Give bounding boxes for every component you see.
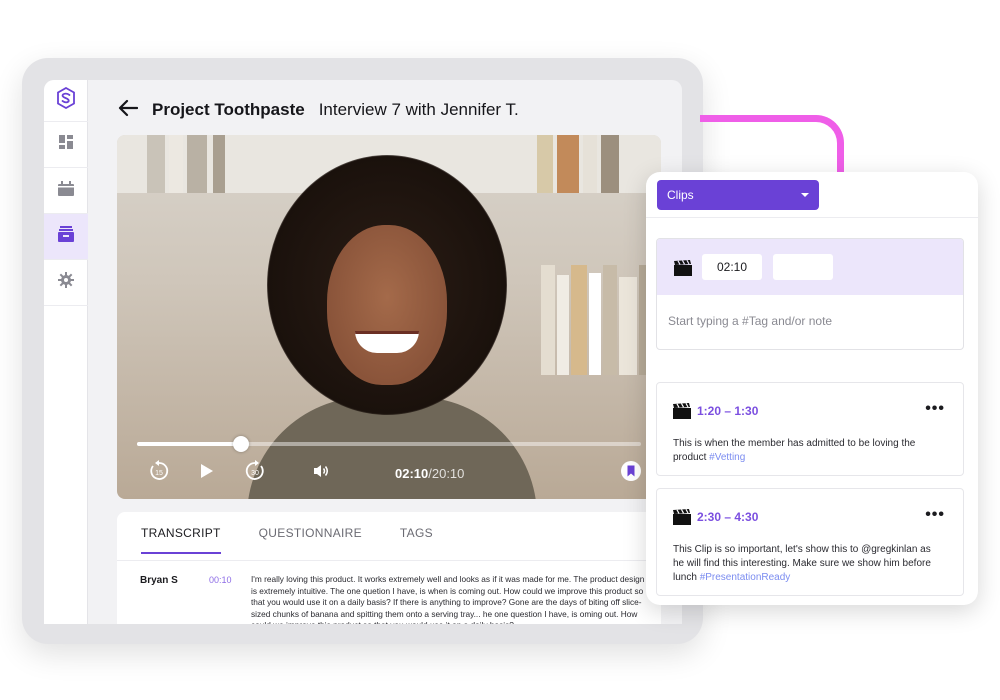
progress-handle[interactable] bbox=[232, 436, 249, 452]
tab-tags[interactable]: TAGS bbox=[400, 526, 433, 554]
clip-card[interactable]: 2:30 – 4:30 ••• This Clip is so importan… bbox=[656, 488, 964, 596]
clip-time-range[interactable]: 1:20 – 1:30 bbox=[697, 404, 758, 418]
current-time: 02:10 bbox=[395, 466, 429, 481]
progress-fill bbox=[137, 442, 241, 446]
svg-text:30: 30 bbox=[251, 470, 259, 477]
svg-text:15: 15 bbox=[155, 470, 163, 477]
clapperboard-icon bbox=[673, 509, 691, 525]
rewind-15-icon: 15 bbox=[148, 459, 170, 487]
page-header: Project Toothpaste Interview 7 with Jenn… bbox=[116, 98, 519, 122]
new-clip-form: 02:10 bbox=[656, 238, 964, 350]
play-button[interactable] bbox=[193, 459, 221, 487]
player-controls: 15 30 02:10/20:10 bbox=[117, 459, 661, 487]
sidebar-item-calendar[interactable] bbox=[44, 168, 88, 214]
add-clip-button[interactable] bbox=[617, 459, 645, 487]
more-options-button[interactable]: ••• bbox=[925, 506, 945, 524]
tabs-divider bbox=[117, 560, 661, 561]
tab-questionnaire[interactable]: QUESTIONNAIRE bbox=[259, 526, 362, 554]
forward-30-icon: 30 bbox=[244, 459, 266, 487]
dashboard-icon bbox=[59, 135, 73, 154]
video-player[interactable]: 15 30 02:10/20:10 bbox=[117, 135, 661, 499]
interview-title: Interview 7 with Jennifer T. bbox=[318, 100, 519, 119]
sidebar-item-settings[interactable] bbox=[44, 260, 88, 306]
sidebar-logo[interactable] bbox=[44, 80, 88, 122]
clapperboard-icon bbox=[673, 403, 691, 419]
calendar-icon bbox=[58, 180, 74, 201]
sidebar-item-archive[interactable] bbox=[44, 214, 88, 260]
volume-button[interactable] bbox=[307, 459, 335, 487]
tab-bar: TRANSCRIPT QUESTIONNAIRE TAGS bbox=[141, 526, 471, 554]
archive-icon bbox=[58, 226, 74, 247]
new-clip-header: 02:10 bbox=[657, 239, 963, 295]
logo-icon bbox=[56, 86, 76, 114]
back-button[interactable] bbox=[116, 98, 140, 122]
play-icon bbox=[200, 463, 214, 484]
bookmark-icon bbox=[620, 460, 642, 487]
sidebar-item-dashboard[interactable] bbox=[44, 122, 88, 168]
clip-description: This is when the member has admitted to … bbox=[673, 437, 943, 465]
clips-dropdown[interactable]: Clips bbox=[657, 180, 819, 210]
clip-time-range[interactable]: 2:30 – 4:30 bbox=[697, 510, 758, 524]
transcript-text: I'm really loving this product. It works… bbox=[251, 574, 645, 624]
more-options-button[interactable]: ••• bbox=[925, 400, 945, 418]
sidebar bbox=[44, 80, 88, 624]
clips-dropdown-label: Clips bbox=[667, 188, 694, 202]
clip-tag[interactable]: #Vetting bbox=[709, 452, 745, 463]
rewind-15-button[interactable]: 15 bbox=[145, 459, 173, 487]
clip-start-time-field[interactable]: 02:10 bbox=[702, 254, 762, 280]
transcript-panel: TRANSCRIPT QUESTIONNAIRE TAGS Bryan S 00… bbox=[117, 512, 661, 624]
clips-panel: Clips 02:10 1:20 – 1:30 •• bbox=[646, 172, 978, 605]
forward-30-button[interactable]: 30 bbox=[241, 459, 269, 487]
app-window: Project Toothpaste Interview 7 with Jenn… bbox=[44, 80, 682, 624]
speaker-name: Bryan S bbox=[140, 575, 178, 586]
transcript-timestamp[interactable]: 00:10 bbox=[209, 575, 232, 585]
volume-icon bbox=[313, 464, 329, 483]
arrow-left-icon bbox=[118, 99, 139, 122]
clapperboard-icon bbox=[674, 260, 692, 276]
clip-tag[interactable]: #PresentationReady bbox=[700, 572, 791, 583]
gear-icon bbox=[58, 272, 74, 293]
time-readout: 02:10/20:10 bbox=[395, 466, 464, 481]
progress-bar[interactable] bbox=[137, 436, 641, 452]
caret-down-icon bbox=[801, 193, 809, 197]
project-name: Project Toothpaste bbox=[152, 100, 305, 119]
clip-note-input[interactable] bbox=[668, 314, 948, 328]
clips-header-divider bbox=[646, 217, 978, 218]
clip-card[interactable]: 1:20 – 1:30 ••• This is when the member … bbox=[656, 382, 964, 476]
total-time: /20:10 bbox=[428, 466, 465, 481]
clip-description: This Clip is so important, let's show th… bbox=[673, 543, 943, 585]
clip-end-time-field[interactable] bbox=[773, 254, 833, 280]
tab-transcript[interactable]: TRANSCRIPT bbox=[141, 526, 221, 554]
